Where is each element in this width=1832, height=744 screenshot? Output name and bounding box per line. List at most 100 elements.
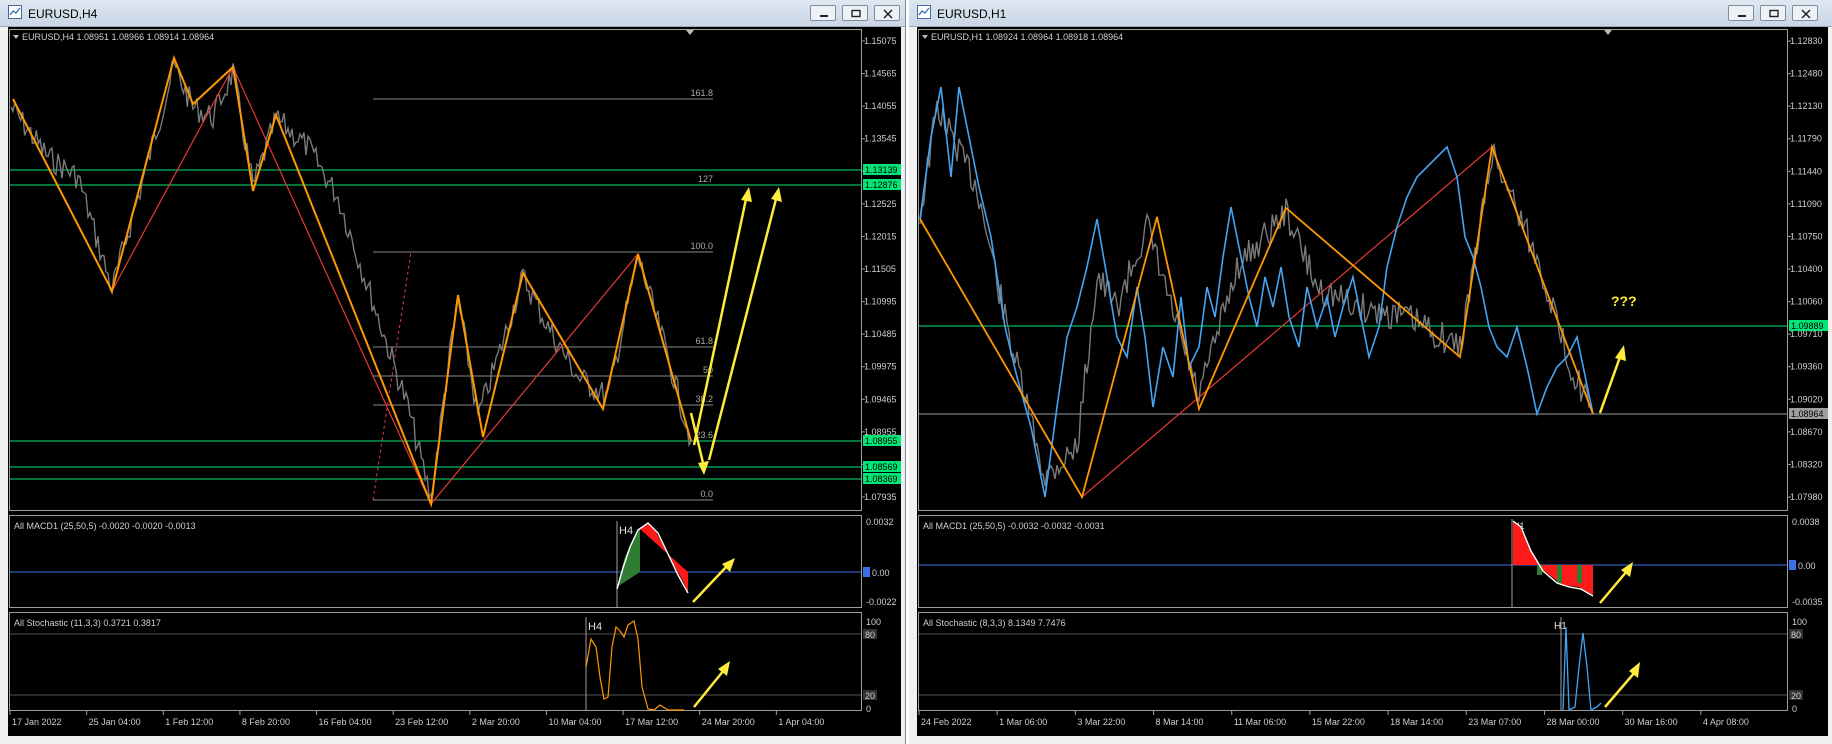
price-level-label: 1.08369 [865, 474, 898, 484]
stoch-line [1562, 626, 1602, 712]
fib-label: 161.8 [690, 88, 713, 98]
window-title: EURUSD,H4 [28, 7, 98, 21]
time-axis[interactable]: 24 Feb 2022 1 Mar 06:00 3 Mar 22:00 8 Mar 1… [918, 710, 1749, 727]
chart-header: EURUSD,H1 1.08924 1.08964 1.08918 1.0896… [922, 30, 1612, 42]
window-titlebar[interactable]: EURUSD,H1 [909, 0, 1832, 27]
macd-pane[interactable]: All MACD1 (25,50,5) -0.0020 -0.0020 -0.0… [10, 517, 897, 607]
price-level-label: 1.08964 [1791, 409, 1824, 419]
stoch-label: All Stochastic (8,3,3) 8.1349 7.7476 [923, 618, 1066, 628]
scroll-marker-icon[interactable] [686, 30, 694, 35]
stochastic-pane[interactable]: All Stochastic (8,3,3) 8.1349 7.7476 H1 … [919, 617, 1807, 714]
stoch-axis-0: 0 [1792, 704, 1797, 714]
price-tick-label: 1.11090 [1790, 199, 1822, 209]
time-tick-label: 24 Feb 2022 [921, 717, 972, 727]
macd-axis-top: 0.0038 [1792, 517, 1820, 527]
macd-label: All MACD1 (25,50,5) -0.0032 -0.0032 -0.0… [923, 521, 1105, 531]
time-tick-label: 18 Mar 14:00 [1390, 717, 1443, 727]
minimize-icon [820, 15, 828, 17]
time-tick-label: 16 Feb 04:00 [319, 717, 372, 727]
price-tick-label: 1.07935 [864, 492, 897, 502]
horizontal-levels[interactable] [10, 169, 861, 480]
stoch-axis-100: 100 [866, 617, 881, 627]
chart-area[interactable]: EURUSD,H1 1.08924 1.08964 1.08918 1.0896… [917, 27, 1828, 736]
price-pane-frame [9, 29, 862, 511]
price-level-label: 1.13139 [865, 165, 898, 175]
fibonacci-retracement[interactable]: 161.8 127 100.0 61.8 50 38.2 23.6 0.0 [372, 88, 713, 501]
horizontal-levels[interactable] [919, 325, 1787, 415]
macd-down-fill [640, 524, 688, 592]
restore-button[interactable] [842, 5, 868, 21]
close-button[interactable] [1792, 5, 1818, 21]
minimize-button[interactable] [810, 5, 836, 21]
fib-label: 100.0 [690, 241, 713, 251]
zigzag-minor [919, 145, 1594, 498]
price-tick-label: 1.09360 [1790, 362, 1823, 372]
price-tick-label: 1.08670 [1790, 427, 1823, 437]
price-level-label: 1.09889 [1791, 321, 1824, 331]
price-tick-label: 1.11505 [864, 264, 896, 274]
price-tick-label: 1.09465 [864, 394, 897, 404]
chart-header-text: EURUSD,H4 1.08951 1.08966 1.08914 1.0896… [22, 32, 214, 42]
stochastic-pane[interactable]: All Stochastic (11,3,3) 0.3721 0.3817 H4… [10, 617, 881, 714]
stoch-axis-20: 20 [865, 691, 875, 701]
time-tick-label: 3 Mar 22:00 [1077, 717, 1125, 727]
price-tick-label: 1.11440 [1790, 166, 1822, 176]
price-tick-label: 1.12130 [1790, 101, 1823, 111]
price-level-labels: 1.13139 1.12876 1.08955 1.08569 1.08369 [863, 164, 901, 484]
time-axis[interactable]: 17 Jan 2022 25 Jan 04:00 1 Feb 12:00 8 Feb … [9, 710, 824, 727]
price-tick-label: 1.10995 [864, 297, 897, 307]
scroll-marker-icon[interactable] [1604, 30, 1612, 35]
zigzag-major [12, 54, 692, 508]
restore-button[interactable] [1760, 5, 1786, 21]
price-tick-label: 1.10485 [864, 329, 897, 339]
price-axis[interactable]: 1.150751.145651.140551.135451.130351.125… [861, 36, 897, 502]
window-titlebar[interactable]: EURUSD,H4 [0, 0, 905, 27]
chart-header: EURUSD,H4 1.08951 1.08966 1.08914 1.0896… [13, 30, 694, 42]
zigzag-minor [12, 65, 692, 506]
minimize-button[interactable] [1728, 5, 1754, 21]
close-button[interactable] [874, 5, 900, 21]
price-tick-label: 1.10060 [1790, 297, 1823, 307]
macd-axis-bottom: -0.0022 [866, 597, 897, 607]
macd-pane[interactable]: All MACD1 (25,50,5) -0.0032 -0.0032 -0.0… [919, 517, 1823, 607]
chart-canvas-h1[interactable]: EURUSD,H1 1.08924 1.08964 1.08918 1.0896… [917, 27, 1828, 735]
time-tick-label: 30 Mar 16:00 [1625, 717, 1678, 727]
price-tick-label: 1.10750 [1790, 231, 1823, 241]
time-tick-label: 8 Mar 14:00 [1156, 717, 1204, 727]
fib-label: 0.0 [700, 489, 713, 499]
stoch-label: All Stochastic (11,3,3) 0.3721 0.3817 [14, 618, 161, 628]
stoch-axis-100: 100 [1792, 617, 1807, 627]
time-tick-label: 23 Feb 12:00 [395, 717, 448, 727]
time-tick-label: 25 Jan 04:00 [89, 717, 141, 727]
stoch-axis-0: 0 [866, 704, 871, 714]
close-icon [883, 9, 893, 19]
chart-menu-triangle-icon[interactable] [13, 35, 19, 39]
price-level-label: 1.08955 [865, 436, 898, 446]
chart-window-eurusd-h4[interactable]: EURUSD,H4 EURUSD,H4 1.08951 1.08966 1.08… [0, 0, 906, 744]
projection-arrows[interactable] [1598, 345, 1626, 414]
stoch-timeframe-label: H4 [588, 621, 602, 633]
question-annotation[interactable]: ??? [1611, 293, 1637, 309]
chart-canvas-h4[interactable]: EURUSD,H4 1.08951 1.08966 1.08914 1.0896… [8, 27, 901, 735]
price-tick-label: 1.11790 [1790, 134, 1822, 144]
price-tick-label: 1.13545 [864, 134, 897, 144]
fib-label: 61.8 [695, 336, 713, 346]
stoch-axis-80: 80 [865, 630, 875, 640]
time-tick-label: 23 Mar 07:00 [1468, 717, 1521, 727]
zigzag-major [919, 143, 1594, 500]
chart-window-eurusd-h1[interactable]: EURUSD,H1 EURUSD,H1 1.08924 1.08964 1.08… [909, 0, 1832, 744]
time-tick-label: 15 Mar 22:00 [1312, 717, 1365, 727]
time-tick-label: 11 Mar 06:00 [1234, 717, 1286, 727]
macd-down-fill [1513, 521, 1593, 595]
chart-menu-triangle-icon[interactable] [922, 35, 928, 39]
price-tick-label: 1.12015 [864, 231, 897, 241]
price-tick-label: 1.14055 [864, 101, 897, 111]
price-tick-label: 1.08320 [1790, 459, 1823, 469]
chart-window-icon [917, 5, 931, 19]
price-axis[interactable]: 1.12830 1.12480 1.12130 1.11790 1.11440 1.110… [1787, 36, 1823, 502]
price-series [919, 101, 1594, 487]
chart-area[interactable]: EURUSD,H4 1.08951 1.08966 1.08914 1.0896… [8, 27, 901, 736]
price-tick-label: 1.12830 [1790, 36, 1823, 46]
price-tick-label: 1.14565 [864, 69, 897, 79]
price-tick-label: 1.12525 [864, 199, 897, 209]
